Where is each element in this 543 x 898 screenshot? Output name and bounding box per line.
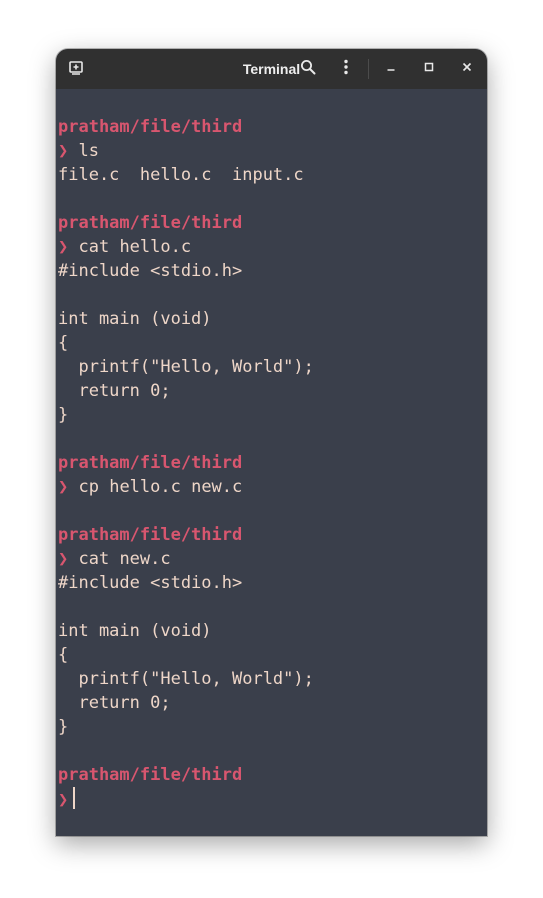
output-line: printf("Hello, World"); bbox=[58, 357, 314, 377]
prompt-path: pratham/file/third bbox=[58, 525, 243, 545]
maximize-button[interactable] bbox=[417, 57, 441, 81]
output-line: int main (void) bbox=[58, 309, 212, 329]
command-text: cat hello.c bbox=[78, 237, 192, 257]
command-text: cat new.c bbox=[78, 549, 171, 569]
prompt-path: pratham/file/third bbox=[58, 765, 243, 785]
search-icon bbox=[300, 59, 316, 80]
prompt-symbol: ❯ bbox=[58, 477, 69, 497]
text-cursor bbox=[73, 787, 75, 809]
search-button[interactable] bbox=[296, 57, 320, 81]
prompt-path: pratham/file/third bbox=[58, 117, 243, 137]
output-line: } bbox=[58, 717, 69, 737]
output-line: file.c hello.c input.c bbox=[58, 165, 304, 185]
command-line: ❯ cat new.c bbox=[58, 547, 487, 571]
output-line: { bbox=[58, 333, 69, 353]
title-bar[interactable]: Terminal bbox=[56, 49, 487, 89]
new-tab-button[interactable] bbox=[64, 57, 88, 81]
output-line: return 0; bbox=[58, 381, 171, 401]
menu-button[interactable] bbox=[334, 57, 358, 81]
titlebar-separator bbox=[368, 59, 369, 79]
close-icon bbox=[461, 60, 473, 78]
current-command-line[interactable]: ❯ bbox=[58, 787, 487, 811]
command-line: ❯ cp hello.c new.c bbox=[58, 475, 487, 499]
output-line: { bbox=[58, 645, 69, 665]
command-text: ls bbox=[78, 141, 99, 161]
minimize-icon bbox=[385, 60, 397, 78]
prompt-symbol: ❯ bbox=[58, 237, 69, 257]
terminal-output[interactable]: pratham/file/third ❯ ls file.c hello.c i… bbox=[56, 89, 487, 836]
output-line: } bbox=[58, 405, 69, 425]
menu-icon bbox=[338, 59, 354, 80]
output-line: printf("Hello, World"); bbox=[58, 669, 314, 689]
new-tab-icon bbox=[68, 59, 84, 80]
terminal-window: Terminal pratham/file/third ❯ ls file.c … bbox=[56, 49, 487, 836]
output-line: return 0; bbox=[58, 693, 171, 713]
close-button[interactable] bbox=[455, 57, 479, 81]
output-line: #include <stdio.h> bbox=[58, 573, 243, 593]
prompt-symbol: ❯ bbox=[58, 141, 69, 161]
output-line: int main (void) bbox=[58, 621, 212, 641]
maximize-icon bbox=[423, 60, 435, 78]
command-line: ❯ cat hello.c bbox=[58, 235, 487, 259]
prompt-path: pratham/file/third bbox=[58, 453, 243, 473]
prompt-symbol: ❯ bbox=[58, 790, 69, 810]
command-line: ❯ ls bbox=[58, 139, 487, 163]
minimize-button[interactable] bbox=[379, 57, 403, 81]
output-line: #include <stdio.h> bbox=[58, 261, 243, 281]
prompt-path: pratham/file/third bbox=[58, 213, 243, 233]
command-text: cp hello.c new.c bbox=[78, 477, 243, 497]
prompt-symbol: ❯ bbox=[58, 549, 69, 569]
